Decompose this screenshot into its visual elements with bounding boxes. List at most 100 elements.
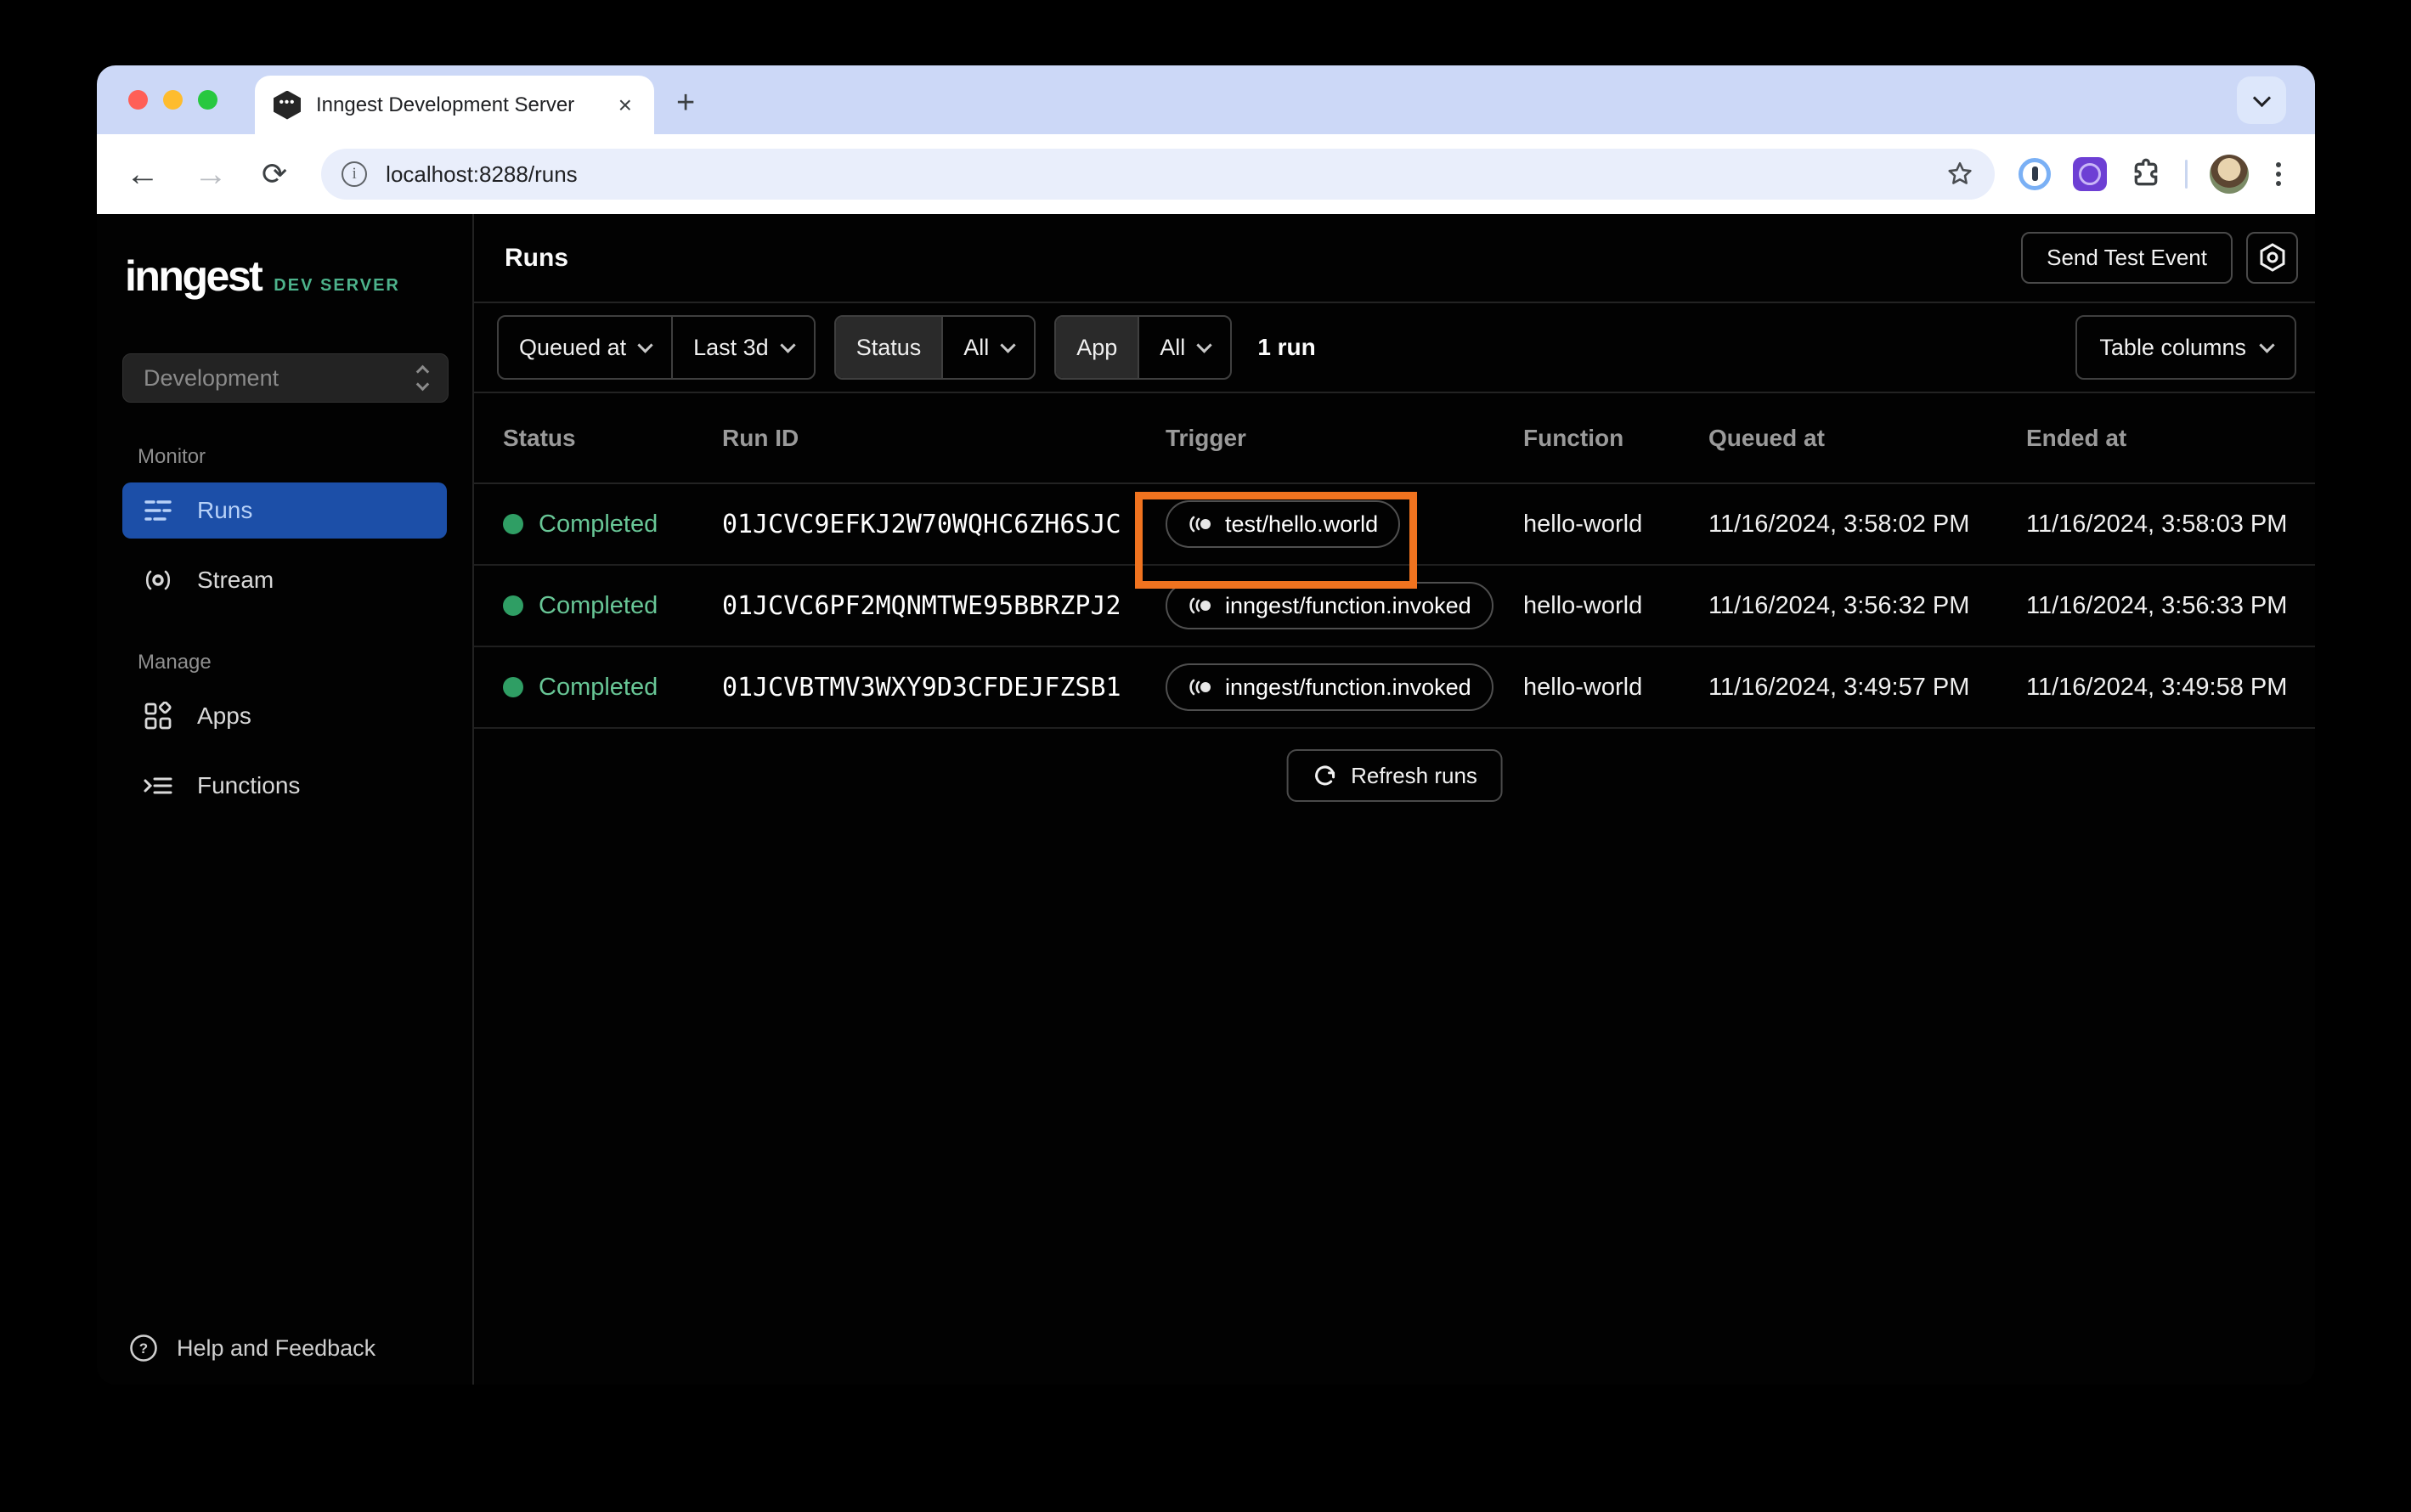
trigger-name: test/hello.world [1225, 511, 1379, 537]
minimize-window-button[interactable] [163, 90, 183, 110]
column-queued-at: Queued at [1708, 424, 1825, 451]
status-cell: Completed [503, 511, 722, 539]
help-and-feedback[interactable]: ? Help and Feedback [122, 1334, 375, 1362]
dev-server-badge: DEV SERVER [274, 276, 400, 295]
status-cell: Completed [503, 674, 722, 702]
trigger-cell: inngest/function.invoked [1166, 663, 1523, 711]
table-row[interactable]: Completed 01JCVC9EFKJ2W70WQHC6ZH6SJC tes… [474, 484, 2315, 589]
chevron-down-icon [779, 336, 796, 353]
ended-at-value: 11/16/2024, 3:49:58 PM [2026, 673, 2288, 701]
address-bar[interactable]: i localhost:8288/runs [321, 149, 1995, 200]
status-dot-icon [503, 595, 523, 616]
column-ended-at: Ended at [2026, 424, 2127, 451]
back-button[interactable]: ← [126, 157, 160, 191]
queued-at-label: Queued at [519, 334, 627, 360]
refresh-label: Refresh runs [1351, 762, 1477, 788]
status-text: Completed [539, 591, 658, 619]
column-status: Status [503, 424, 576, 451]
trigger-pill[interactable]: inngest/function.invoked [1166, 663, 1493, 711]
status-filter-group: Status All [833, 315, 1036, 380]
status-text: Completed [539, 673, 658, 701]
status-dot-icon [503, 514, 523, 534]
password-manager-extension-icon[interactable] [2019, 158, 2051, 190]
app-filter-value[interactable]: All [1138, 317, 1230, 378]
sidebar-item-label: Stream [197, 567, 274, 593]
window-controls [128, 90, 217, 110]
desktop-background: ••• Inngest Development Server × + ← → ⟳… [0, 0, 2411, 1512]
main-content: Runs Send Test Event Queued at Last 3d S… [474, 214, 2315, 1385]
event-trigger-icon [1189, 597, 1211, 614]
filter-bar: Queued at Last 3d Status All App All 1 r… [474, 303, 2315, 393]
table-row[interactable]: Completed 01JCVBTMV3WXY9D3CFDEJFZSB1 inn… [474, 647, 2315, 729]
table-row[interactable]: Completed 01JCVC6PF2MQNMTWE95BBRZPJ2 inn… [474, 566, 2315, 647]
bookmark-star-icon[interactable] [1945, 160, 1974, 189]
trigger-name: inngest/function.invoked [1225, 592, 1471, 618]
runs-list-icon [141, 497, 175, 524]
page-header: Runs Send Test Event [474, 214, 2315, 303]
queued-at-filter[interactable]: Queued at [499, 317, 671, 378]
gear-icon [2260, 242, 2284, 272]
time-range-filter[interactable]: Last 3d [671, 317, 814, 378]
chevron-down-icon [1196, 336, 1213, 353]
run-id[interactable]: 01JCVBTMV3WXY9D3CFDEJFZSB1 [722, 673, 1166, 702]
sidebar-item-label: Functions [197, 772, 301, 798]
section-label-manage: Manage [138, 651, 212, 674]
browser-tab-strip: ••• Inngest Development Server × + [97, 65, 2315, 134]
ended-at-value: 11/16/2024, 3:56:33 PM [2026, 591, 2288, 619]
sidebar-item-apps[interactable]: Apps [122, 688, 447, 744]
column-function: Function [1523, 424, 1624, 451]
browser-menu-button[interactable] [2271, 162, 2286, 186]
run-id[interactable]: 01JCVC6PF2MQNMTWE95BBRZPJ2 [722, 591, 1166, 621]
table-columns-button[interactable]: Table columns [2075, 315, 2296, 380]
function-name[interactable]: hello-world [1523, 592, 1708, 620]
environment-selector[interactable]: Development [122, 353, 449, 403]
new-tab-button[interactable]: + [676, 87, 695, 119]
tab-close-icon[interactable]: × [615, 93, 635, 117]
status-filter-value[interactable]: All [941, 317, 1034, 378]
function-name[interactable]: hello-world [1523, 511, 1708, 539]
reload-button[interactable]: ⟳ [262, 159, 287, 189]
functions-icon [141, 773, 175, 798]
trigger-pill[interactable]: inngest/function.invoked [1166, 582, 1493, 629]
queued-at-value: 11/16/2024, 3:58:02 PM [1708, 510, 1970, 538]
sidebar-item-runs[interactable]: Runs [122, 482, 447, 539]
url-text[interactable]: localhost:8288/runs [386, 161, 1945, 188]
chevron-updown-icon [415, 364, 430, 392]
tab-search-button[interactable] [2237, 76, 2286, 124]
forward-button[interactable]: → [194, 157, 228, 191]
app-filter-label: App [1056, 317, 1138, 378]
purple-extension-icon[interactable] [2073, 157, 2107, 191]
extension-area [2019, 155, 2286, 194]
run-count: 1 run [1257, 334, 1316, 360]
close-window-button[interactable] [128, 90, 148, 110]
send-test-event-button[interactable]: Send Test Event [2021, 232, 2233, 284]
ended-at-value: 11/16/2024, 3:58:03 PM [2026, 510, 2288, 538]
help-label: Help and Feedback [177, 1334, 376, 1361]
maximize-window-button[interactable] [198, 90, 217, 110]
profile-avatar[interactable] [2210, 155, 2249, 194]
trigger-cell: inngest/function.invoked [1166, 582, 1523, 629]
column-run-id: Run ID [722, 424, 799, 451]
chevron-down-icon [637, 336, 653, 353]
settings-gear-button[interactable] [2246, 232, 2298, 284]
event-trigger-icon [1189, 516, 1211, 533]
site-info-icon[interactable]: i [342, 161, 368, 187]
trigger-name: inngest/function.invoked [1225, 674, 1471, 700]
help-question-icon: ? [130, 1334, 157, 1362]
time-range-value: Last 3d [693, 334, 769, 360]
table-header: Status Run ID Trigger Function Queued at… [474, 393, 2315, 484]
run-id[interactable]: 01JCVC9EFKJ2W70WQHC6ZH6SJC [722, 510, 1166, 539]
sidebar: inngest DEV SERVER Development Monitor R… [97, 214, 474, 1385]
sidebar-item-stream[interactable]: Stream [122, 552, 447, 608]
sidebar-item-functions[interactable]: Functions [122, 758, 447, 814]
inngest-favicon-icon: ••• [274, 90, 301, 120]
sidebar-item-label: Apps [197, 702, 251, 729]
event-trigger-icon [1189, 679, 1211, 696]
chevron-down-icon [2252, 88, 2271, 107]
inngest-logo: inngest [125, 252, 263, 300]
trigger-pill[interactable]: test/hello.world [1166, 500, 1401, 548]
browser-tab[interactable]: ••• Inngest Development Server × [255, 76, 654, 134]
extensions-puzzle-icon[interactable] [2129, 157, 2163, 191]
function-name[interactable]: hello-world [1523, 674, 1708, 702]
refresh-runs-button[interactable]: Refresh runs [1286, 749, 1503, 802]
